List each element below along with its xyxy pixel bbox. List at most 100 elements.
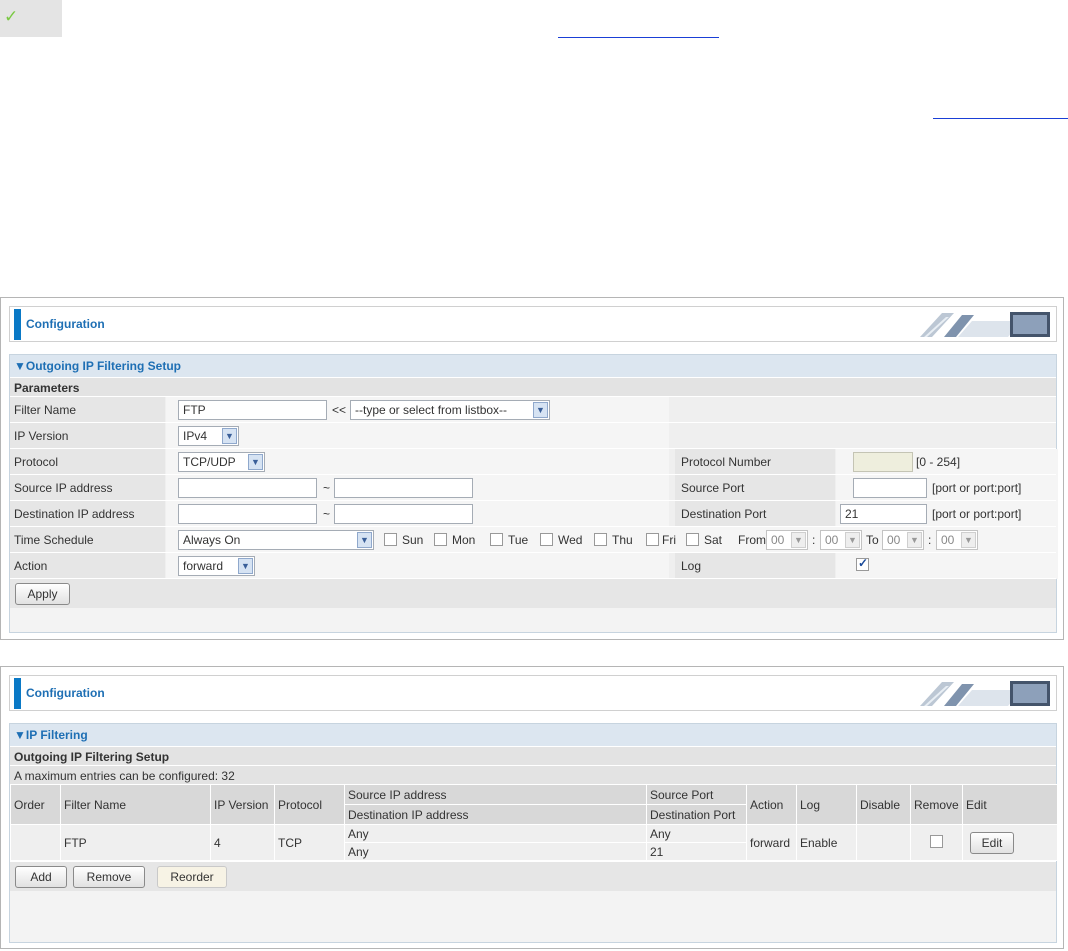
from-label: From bbox=[738, 533, 766, 547]
check-mark-icon: ✓ bbox=[0, 0, 62, 37]
day-checkbox-mon[interactable] bbox=[434, 533, 447, 546]
reorder-button[interactable]: Reorder bbox=[157, 866, 227, 888]
action-label: Action bbox=[10, 553, 165, 579]
day-label-thu: Thu bbox=[612, 533, 633, 547]
time-schedule-select[interactable]: Always On ▼ bbox=[178, 530, 374, 550]
apply-row: Apply bbox=[10, 578, 1056, 608]
section-title[interactable]: ▼Outgoing IP Filtering Setup bbox=[10, 355, 1056, 377]
chevron-down-icon: ▼ bbox=[533, 402, 548, 418]
configuration-title: Configuration bbox=[26, 686, 105, 700]
section-title[interactable]: ▼IP Filtering bbox=[10, 724, 1056, 746]
add-button[interactable]: Add bbox=[15, 866, 67, 888]
outgoing-setup-header: Outgoing IP Filtering Setup bbox=[10, 746, 1056, 765]
chevron-down-icon: ▼ bbox=[961, 532, 976, 548]
destination-ip-row: Destination IP address ~ Destination Por… bbox=[10, 500, 1058, 527]
outgoing-ip-filtering-section: ▼Outgoing IP Filtering Setup Parameters … bbox=[9, 354, 1058, 633]
col-order: Order bbox=[10, 784, 61, 825]
source-ip-cell: ~ bbox=[166, 475, 669, 501]
from-minute-value: 00 bbox=[825, 533, 839, 547]
filter-name-cell: << --type or select from listbox-- ▼ bbox=[166, 397, 669, 423]
link-underline[interactable] bbox=[558, 37, 719, 38]
destination-port-input[interactable] bbox=[840, 504, 927, 524]
row-ip-version: 4 bbox=[210, 824, 275, 861]
col-source-ip: Source IP address bbox=[344, 784, 647, 805]
row-destination-ip: Any bbox=[344, 842, 647, 861]
col-log: Log bbox=[796, 784, 857, 825]
listbox-value: --type or select from listbox-- bbox=[355, 403, 508, 417]
col-source-port: Source Port bbox=[646, 784, 747, 805]
ip-filter-table: Order Filter Name IP Version Protocol So… bbox=[10, 784, 1058, 861]
destination-port-hint: [port or port:port] bbox=[932, 507, 1022, 521]
col-edit: Edit bbox=[962, 784, 1058, 825]
ip-version-value: IPv4 bbox=[183, 429, 208, 443]
row-destination-port: 21 bbox=[646, 842, 747, 861]
destination-port-cell: [port or port:port] bbox=[836, 501, 1058, 527]
chevron-down-icon: ▼ bbox=[845, 532, 860, 548]
to-minute-select[interactable]: 00 ▼ bbox=[936, 530, 978, 550]
day-checkbox-wed[interactable] bbox=[540, 533, 553, 546]
row-source-port: Any bbox=[646, 824, 747, 843]
day-checkbox-thu[interactable] bbox=[594, 533, 607, 546]
header-decoration-icon bbox=[920, 312, 1050, 337]
table-buttons-row: Add Remove Reorder bbox=[10, 861, 1056, 891]
edit-button[interactable]: Edit bbox=[970, 831, 1014, 854]
col-action: Action bbox=[746, 784, 797, 825]
destination-port-label: Destination Port bbox=[675, 501, 835, 527]
link-underline[interactable] bbox=[933, 118, 1068, 119]
chevron-down-icon: ▼ bbox=[248, 454, 263, 470]
col-destination-port: Destination Port bbox=[646, 804, 747, 825]
row-edit-cell: Edit bbox=[962, 824, 1058, 861]
destination-ip-cell: ~ bbox=[166, 501, 669, 527]
filter-name-arrows: << bbox=[332, 403, 347, 417]
protocol-select[interactable]: TCP/UDP ▼ bbox=[178, 452, 265, 472]
day-checkbox-fri[interactable] bbox=[646, 533, 659, 546]
from-hour-value: 00 bbox=[771, 533, 785, 547]
log-label: Log bbox=[675, 553, 835, 579]
apply-button[interactable]: Apply bbox=[15, 583, 70, 605]
protocol-number-input[interactable] bbox=[853, 452, 913, 472]
filter-name-input[interactable] bbox=[178, 400, 327, 420]
from-hour-select[interactable]: 00 ▼ bbox=[766, 530, 808, 550]
log-checkbox[interactable] bbox=[856, 556, 869, 571]
protocol-value: TCP/UDP bbox=[183, 455, 236, 469]
ip-version-select[interactable]: IPv4 ▼ bbox=[178, 426, 239, 446]
time-schedule-row: Time Schedule Always On ▼ Sun Mon Tue We… bbox=[10, 526, 1058, 553]
table-row: FTP 4 TCP Any Any forward Enable Edit bbox=[10, 824, 1058, 861]
source-ip-label: Source IP address bbox=[10, 475, 165, 501]
filter-name-label: Filter Name bbox=[10, 397, 165, 423]
col-disable: Disable bbox=[856, 784, 911, 825]
chevron-down-icon: ▼ bbox=[357, 532, 372, 548]
action-select[interactable]: forward ▼ bbox=[178, 556, 255, 576]
destination-ip-from-input[interactable] bbox=[178, 504, 317, 524]
day-label-sun: Sun bbox=[402, 533, 424, 547]
max-entries-text: A maximum entries can be configured: 32 bbox=[10, 765, 1056, 784]
header-accent-bar bbox=[14, 309, 21, 340]
to-hour-select[interactable]: 00 ▼ bbox=[882, 530, 924, 550]
protocol-cell: TCP/UDP ▼ bbox=[166, 449, 669, 475]
source-port-input[interactable] bbox=[853, 478, 927, 498]
day-checkbox-sun[interactable] bbox=[384, 533, 397, 546]
filter-name-listbox[interactable]: --type or select from listbox-- ▼ bbox=[350, 400, 550, 420]
day-checkbox-sat[interactable] bbox=[686, 533, 699, 546]
source-ip-to-input[interactable] bbox=[334, 478, 473, 498]
row-remove-checkbox[interactable] bbox=[930, 834, 943, 848]
ip-version-label: IP Version bbox=[10, 423, 165, 449]
ip-filtering-section: ▼IP Filtering Outgoing IP Filtering Setu… bbox=[9, 723, 1058, 943]
day-checkbox-tue[interactable] bbox=[490, 533, 503, 546]
source-ip-from-input[interactable] bbox=[178, 478, 317, 498]
from-minute-select[interactable]: 00 ▼ bbox=[820, 530, 862, 550]
destination-ip-to-input[interactable] bbox=[334, 504, 473, 524]
col-destination-ip: Destination IP address bbox=[344, 804, 647, 825]
source-ip-row: Source IP address ~ Source Port [port or… bbox=[10, 474, 1058, 501]
to-label: To bbox=[866, 533, 879, 547]
filter-name-row: Filter Name << --type or select from lis… bbox=[10, 396, 1056, 423]
row-order bbox=[10, 824, 61, 861]
remove-button[interactable]: Remove bbox=[73, 866, 145, 888]
header-accent-bar bbox=[14, 678, 21, 709]
destination-ip-label: Destination IP address bbox=[10, 501, 165, 527]
protocol-label: Protocol bbox=[10, 449, 165, 475]
col-protocol: Protocol bbox=[274, 784, 345, 825]
source-port-cell: [port or port:port] bbox=[836, 475, 1058, 501]
configuration-header: Configuration bbox=[9, 306, 1057, 342]
destination-ip-separator: ~ bbox=[323, 507, 331, 521]
